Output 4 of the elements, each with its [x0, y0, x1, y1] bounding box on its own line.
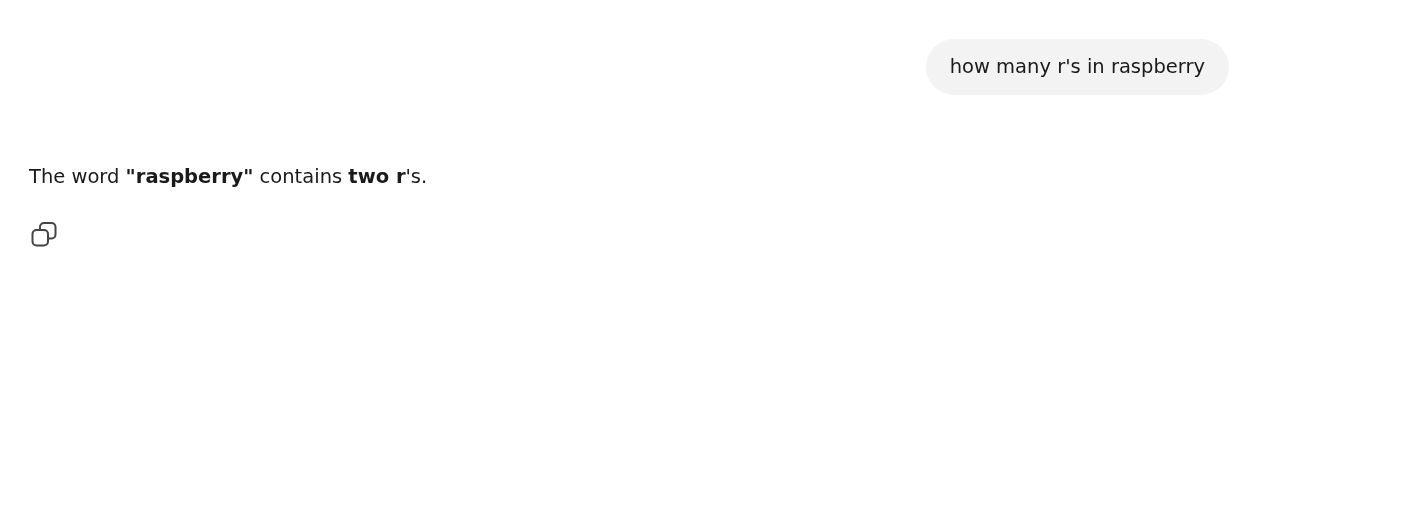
copy-button[interactable]	[31, 221, 58, 248]
user-message: how many r's in raspberry	[925, 39, 1229, 95]
assistant-message: The word "raspberry" contains two r's.	[29, 164, 429, 190]
copy-icon	[31, 221, 58, 248]
